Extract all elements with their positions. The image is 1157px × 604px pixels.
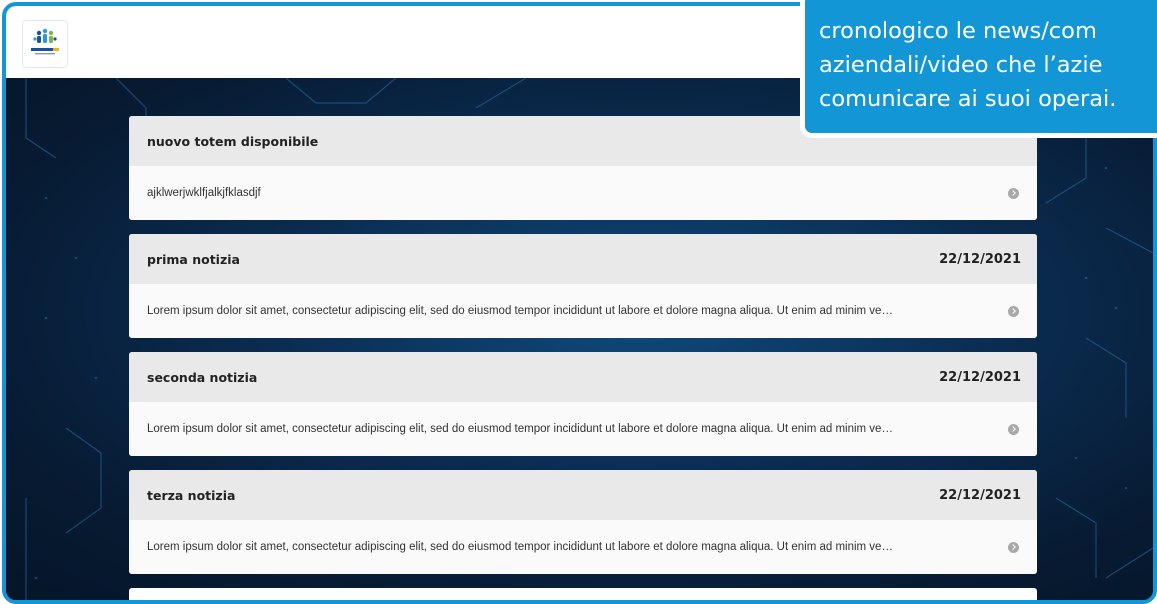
news-title: prima notizia xyxy=(147,251,240,267)
callout-line: comunicare ai suoi operai. xyxy=(819,86,1117,112)
chevron-right-circle-icon[interactable] xyxy=(1008,541,1019,553)
chevron-right-circle-icon[interactable] xyxy=(1008,187,1019,199)
news-card-header: prima notizia 22/12/2021 xyxy=(129,234,1037,284)
news-preview: Lorem ipsum dolor sit amet, consectetur … xyxy=(147,423,893,435)
app-logo[interactable] xyxy=(22,20,68,68)
callout-line: aziendali/video che l’azie xyxy=(819,52,1103,78)
news-card-body: ajklwerjwklfjalkjfklasdjf xyxy=(129,166,1037,220)
news-date: 22/12/2021 xyxy=(939,251,1021,267)
news-feed: nuovo totem disponibile ajklwerjwklfjalk… xyxy=(129,116,1037,600)
news-card[interactable]: seconda notizia 22/12/2021 Lorem ipsum d… xyxy=(129,352,1037,456)
callout-line: cronologico le news/com xyxy=(819,18,1097,44)
news-card[interactable]: prima notizia 22/12/2021 Lorem ipsum dol… xyxy=(129,234,1037,338)
news-card-body: Lorem ipsum dolor sit amet, consectetur … xyxy=(129,402,1037,456)
news-card[interactable] xyxy=(129,588,1037,600)
callout-text: cronologico le news/com aziendali/video … xyxy=(819,14,1116,116)
news-date: 22/12/2021 xyxy=(939,369,1021,385)
news-title: seconda notizia xyxy=(147,369,258,385)
chevron-right-circle-icon[interactable] xyxy=(1008,305,1019,317)
news-card[interactable]: terza notizia 22/12/2021 Lorem ipsum dol… xyxy=(129,470,1037,574)
news-preview: Lorem ipsum dolor sit amet, consectetur … xyxy=(147,541,893,553)
news-title: terza notizia xyxy=(147,487,236,503)
news-card-body: Lorem ipsum dolor sit amet, consectetur … xyxy=(129,520,1037,574)
news-card-header: seconda notizia 22/12/2021 xyxy=(129,352,1037,402)
news-card-body: Lorem ipsum dolor sit amet, consectetur … xyxy=(129,284,1037,338)
news-preview: ajklwerjwklfjalkjfklasdjf xyxy=(147,187,261,199)
news-preview: Lorem ipsum dolor sit amet, consectetur … xyxy=(147,305,893,317)
annotation-callout: cronologico le news/com aziendali/video … xyxy=(800,0,1157,138)
news-title: nuovo totem disponibile xyxy=(147,133,319,149)
news-date: 22/12/2021 xyxy=(939,487,1021,503)
chevron-right-circle-icon[interactable] xyxy=(1008,423,1019,435)
news-card-header: terza notizia 22/12/2021 xyxy=(129,470,1037,520)
